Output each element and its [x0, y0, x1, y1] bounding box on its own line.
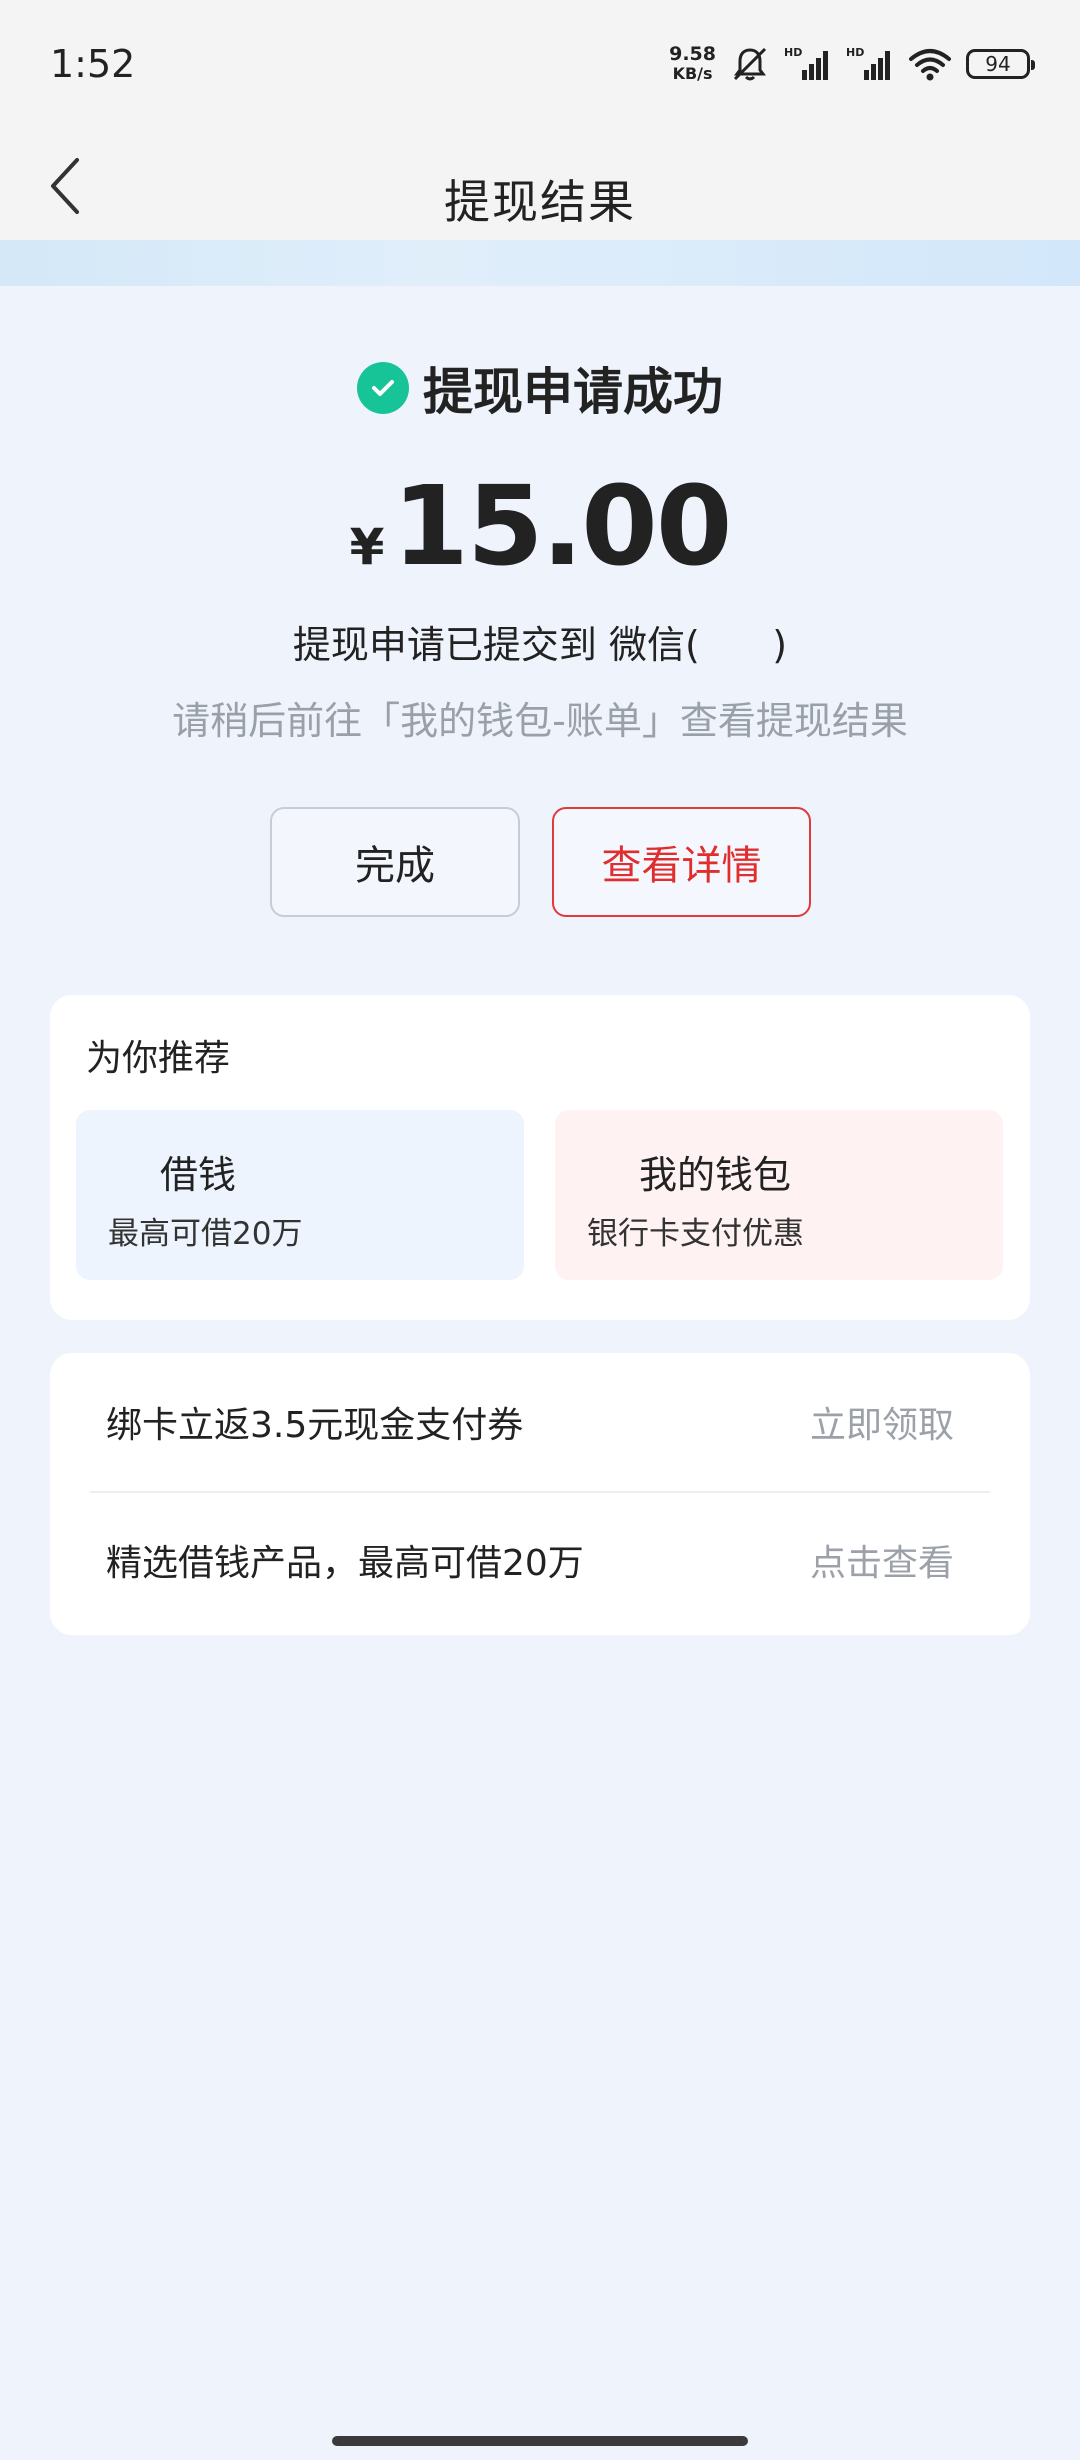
recommend-tile-borrow[interactable]: 借钱 最高可借20万: [76, 1110, 524, 1280]
home-indicator[interactable]: [332, 2436, 748, 2446]
offer-row-bind-card[interactable]: 绑卡立返3.5元现金支付券 立即领取: [90, 1353, 990, 1493]
offer-action-link[interactable]: 立即领取: [810, 1396, 954, 1448]
page-title: 提现结果: [444, 175, 636, 229]
nav-bar: 提现结果: [0, 136, 1080, 240]
wifi-icon: [908, 47, 952, 81]
recommend-card: 为你推荐 借钱 最高可借20万 我的钱包 银行卡支付优惠: [50, 995, 1030, 1320]
done-button[interactable]: 完成: [270, 807, 520, 917]
result-status-text: 提现申请成功: [423, 363, 723, 421]
tile-title: 借钱: [160, 1153, 237, 1197]
tile-subtitle: 银行卡支付优惠: [587, 1216, 804, 1252]
signal-icon: HD: [846, 46, 894, 82]
network-speed-unit: KB/s: [672, 64, 713, 83]
recommend-title: 为你推荐: [86, 1038, 231, 1079]
status-icons: 9.58 KB/s HD HD 94: [669, 43, 1035, 84]
offer-text: 精选借钱产品，最高可借20万: [106, 1543, 584, 1584]
tile-title: 我的钱包: [639, 1153, 792, 1197]
amount-value: 15.00: [392, 462, 732, 590]
result-status: 提现申请成功: [0, 352, 1080, 424]
tile-subtitle: 最高可借20万: [108, 1216, 303, 1252]
status-time: 1:52: [50, 42, 136, 86]
success-check-icon: [357, 362, 409, 414]
network-speed-value: 9.58: [669, 43, 716, 65]
status-bar: 1:52 9.58 KB/s HD HD 94: [0, 0, 1080, 136]
offer-action-link[interactable]: 点击查看: [810, 1534, 954, 1586]
recommend-tile-wallet[interactable]: 我的钱包 银行卡支付优惠: [555, 1110, 1003, 1280]
signal-hd-label: HD: [784, 46, 802, 59]
offer-text: 绑卡立返3.5元现金支付券: [106, 1405, 524, 1446]
network-speed: 9.58 KB/s: [669, 43, 716, 84]
submitted-to-text: 提现申请已提交到 微信( ): [292, 623, 788, 667]
signal-icon: HD: [784, 46, 832, 82]
offers-card: 绑卡立返3.5元现金支付券 立即领取 精选借钱产品，最高可借20万 点击查看: [50, 1353, 1030, 1635]
battery-icon: 94: [966, 49, 1035, 79]
mute-bell-icon: [730, 44, 770, 84]
offer-row-loan[interactable]: 精选借钱产品，最高可借20万 点击查看: [90, 1491, 990, 1629]
header-banner-strip: [0, 240, 1080, 286]
signal-hd-label: HD: [846, 46, 864, 59]
currency-symbol: ¥: [349, 518, 385, 576]
hint-text: 请稍后前往「我的钱包-账单」查看提现结果: [172, 699, 908, 743]
withdraw-amount: ¥ 15.00: [0, 462, 1080, 590]
view-details-button[interactable]: 查看详情: [552, 807, 811, 917]
